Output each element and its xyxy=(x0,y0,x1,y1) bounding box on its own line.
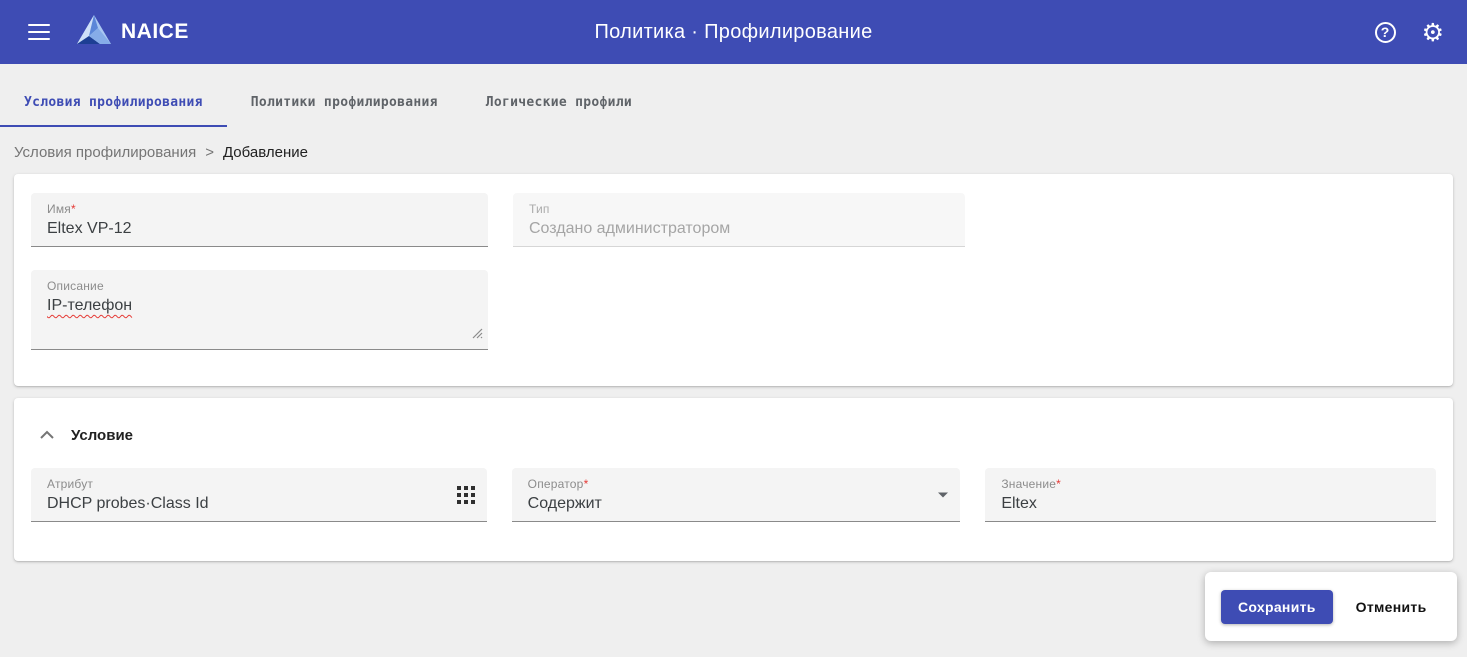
name-field-value: Eltex VP-12 xyxy=(47,220,476,238)
required-asterisk: * xyxy=(1056,477,1061,491)
menu-icon[interactable] xyxy=(28,19,50,45)
value-field[interactable]: Значение* Eltex xyxy=(985,468,1436,522)
required-asterisk: * xyxy=(584,477,589,491)
app-logo[interactable]: NAICE xyxy=(76,14,189,51)
help-icon[interactable]: ? xyxy=(1375,22,1396,43)
operator-select[interactable]: Оператор* Содержит xyxy=(512,468,961,522)
tab-profiling-conditions[interactable]: Условия профилирования xyxy=(0,79,227,127)
operator-select-label: Оператор xyxy=(528,477,584,491)
value-field-label: Значение xyxy=(1001,477,1056,491)
chevron-up-icon xyxy=(40,426,54,444)
breadcrumb: Условия профилирования > Добавление xyxy=(14,144,1453,161)
type-field-value: Создано администратором xyxy=(529,220,953,238)
breadcrumb-parent[interactable]: Условия профилирования xyxy=(14,144,196,161)
required-asterisk: * xyxy=(71,202,76,216)
attribute-field[interactable]: Атрибут DHCP probes·Class Id xyxy=(31,468,487,522)
general-form-card: Имя* Eltex VP-12 Тип Создано администрат… xyxy=(14,174,1453,386)
app-name: NAICE xyxy=(121,20,189,44)
cancel-button[interactable]: Отменить xyxy=(1356,599,1427,615)
condition-card: Условие Атрибут DHCP probes·Class Id Опе… xyxy=(14,398,1453,561)
description-field-label: Описание xyxy=(47,279,476,293)
type-field: Тип Создано администратором xyxy=(513,193,965,247)
description-field-value: IP-телефон xyxy=(47,297,476,315)
page-title: Политика · Профилирование xyxy=(594,21,872,44)
tab-logical-profiles[interactable]: Логические профили xyxy=(462,79,656,127)
action-bar: Сохранить Отменить xyxy=(1205,572,1457,641)
description-field[interactable]: Описание IP-телефон xyxy=(31,270,488,350)
tab-bar: Условия профилирования Политики профилир… xyxy=(0,79,1467,127)
operator-select-value: Содержит xyxy=(528,495,949,513)
attribute-field-label: Атрибут xyxy=(47,477,475,491)
settings-gear-icon[interactable]: ⚙ xyxy=(1422,20,1444,45)
dropdown-caret-icon[interactable] xyxy=(938,492,948,497)
name-field[interactable]: Имя* Eltex VP-12 xyxy=(31,193,488,247)
type-field-label: Тип xyxy=(529,202,953,216)
app-header: NAICE Политика · Профилирование ? ⚙ xyxy=(0,0,1467,64)
breadcrumb-current: Добавление xyxy=(223,144,308,161)
resize-handle-icon[interactable] xyxy=(472,326,483,344)
breadcrumb-separator: > xyxy=(205,144,214,161)
condition-section-title: Условие xyxy=(71,427,133,444)
value-field-value: Eltex xyxy=(1001,495,1424,513)
naice-logo-icon xyxy=(76,14,112,51)
attribute-field-value: DHCP probes·Class Id xyxy=(47,495,475,513)
tab-profiling-policies[interactable]: Политики профилирования xyxy=(227,79,462,127)
save-button[interactable]: Сохранить xyxy=(1221,590,1333,624)
attribute-picker-grid-icon[interactable] xyxy=(457,486,475,504)
condition-section-toggle[interactable]: Условие xyxy=(31,426,1436,444)
name-field-label: Имя xyxy=(47,202,71,216)
